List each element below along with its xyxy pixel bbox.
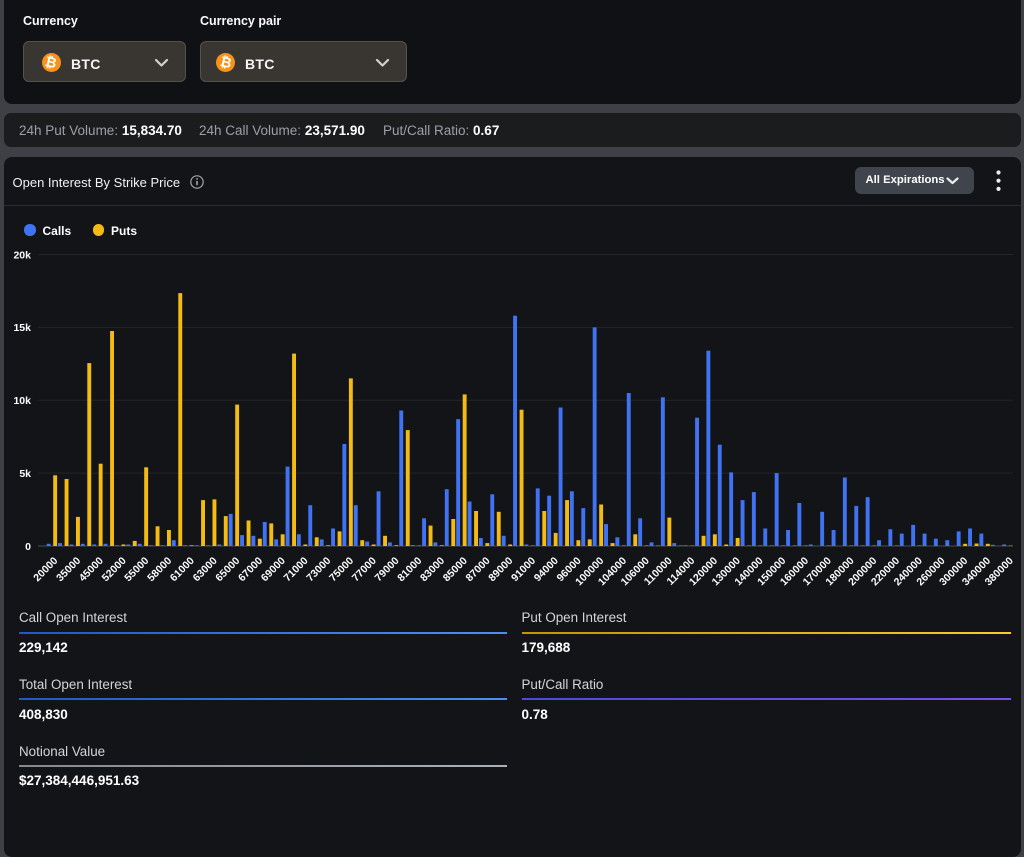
svg-text:67000: 67000 <box>236 555 265 584</box>
svg-text:77000: 77000 <box>350 555 379 584</box>
svg-text:5k: 5k <box>19 468 31 480</box>
svg-text:20000: 20000 <box>31 555 60 584</box>
svg-text:79000: 79000 <box>372 555 401 584</box>
svg-text:20k: 20k <box>13 249 31 261</box>
svg-text:87000: 87000 <box>463 555 492 584</box>
svg-text:35000: 35000 <box>54 555 83 584</box>
svg-text:83000: 83000 <box>418 555 447 584</box>
svg-text:85000: 85000 <box>441 555 470 584</box>
svg-text:55000: 55000 <box>122 555 151 584</box>
svg-text:58000: 58000 <box>145 555 174 584</box>
svg-text:63000: 63000 <box>191 555 220 584</box>
svg-text:71000: 71000 <box>281 555 310 584</box>
svg-text:69000: 69000 <box>259 555 288 584</box>
svg-text:61000: 61000 <box>168 555 197 584</box>
svg-text:52000: 52000 <box>100 555 129 584</box>
svg-text:94000: 94000 <box>532 555 561 584</box>
svg-text:89000: 89000 <box>486 555 515 584</box>
svg-text:10k: 10k <box>13 395 31 407</box>
svg-text:15k: 15k <box>13 322 31 334</box>
svg-text:65000: 65000 <box>213 555 242 584</box>
svg-text:75000: 75000 <box>327 555 356 584</box>
svg-text:73000: 73000 <box>304 555 333 584</box>
svg-text:81000: 81000 <box>395 555 424 584</box>
svg-text:91000: 91000 <box>509 555 538 584</box>
svg-text:45000: 45000 <box>77 555 106 584</box>
svg-text:0: 0 <box>25 541 31 553</box>
